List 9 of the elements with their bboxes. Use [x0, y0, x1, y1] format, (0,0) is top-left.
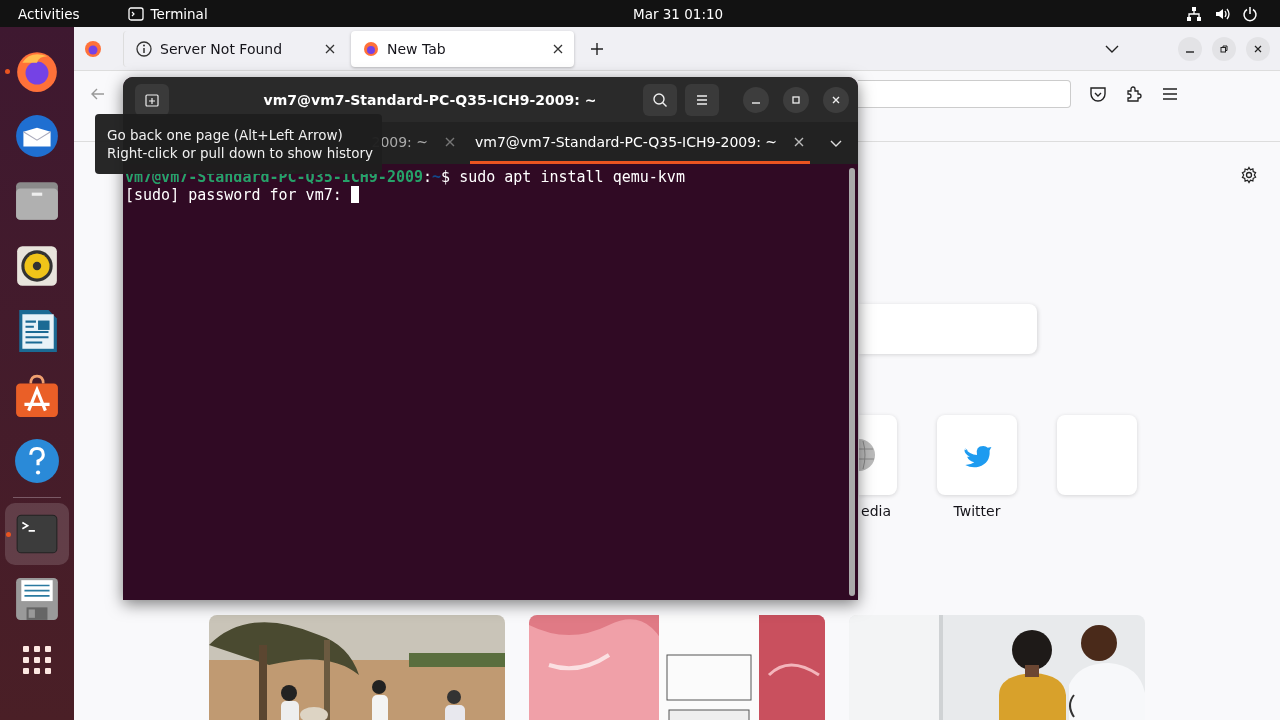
window-title: vm7@vm7-Standard-PC-Q35-ICH9-2009: ~ [262, 91, 598, 108]
shortcut-label: edia [861, 503, 891, 519]
output-text: [sudo] password for vm7: [125, 186, 343, 204]
tooltip-text: Go back one page (Alt+Left Arrow) [107, 126, 344, 144]
shortcut-label: Twitter [953, 503, 1001, 519]
command-text: $ sudo apt install qemu-kvm [441, 168, 685, 186]
prompt-path: ~ [432, 168, 442, 186]
prompt-separator: : [423, 168, 433, 186]
prompt-user-host: vm7@vm7-Standard-PC-Q35-ICH9-2009 [125, 168, 423, 186]
